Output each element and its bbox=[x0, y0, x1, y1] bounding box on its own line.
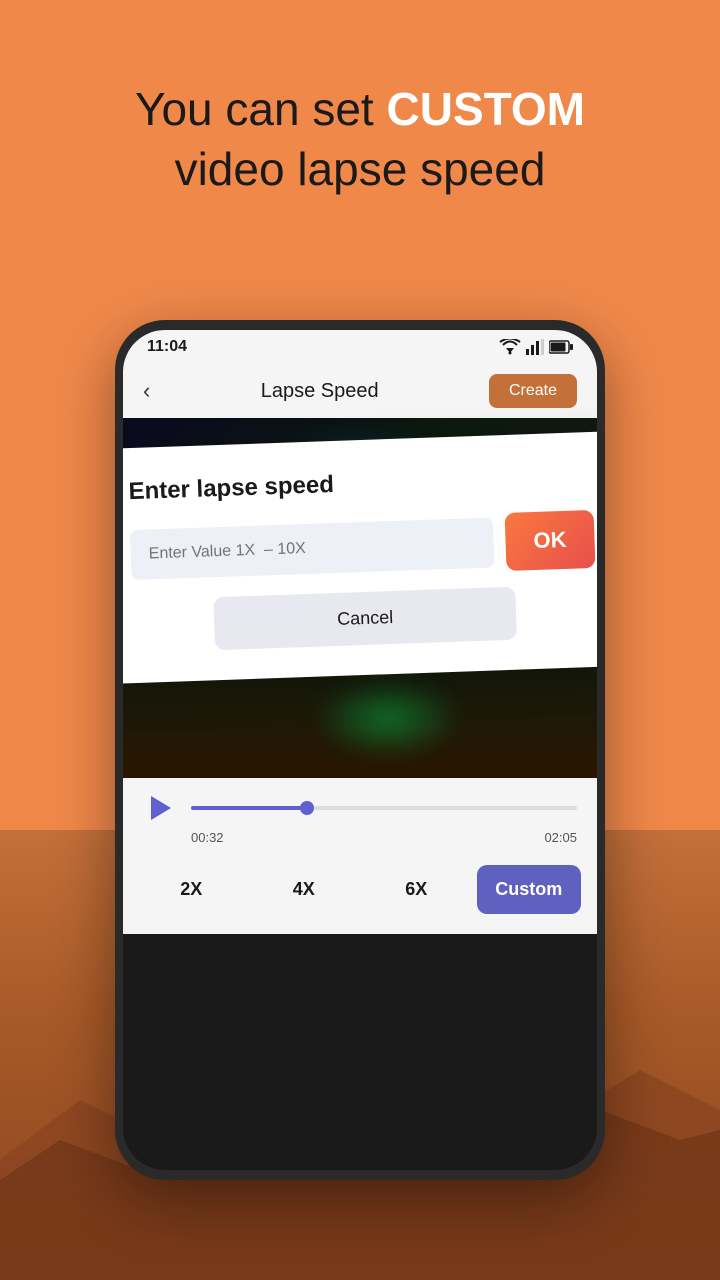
lapse-speed-input[interactable] bbox=[130, 517, 495, 580]
back-button[interactable]: ‹ bbox=[143, 378, 150, 404]
speed-button-custom[interactable]: Custom bbox=[477, 865, 582, 914]
speed-button-4x[interactable]: 4X bbox=[252, 865, 357, 914]
player-controls: 00:32 02:05 bbox=[123, 778, 597, 853]
lapse-speed-dialog: Enter lapse speed OK Cancel bbox=[123, 431, 597, 684]
speed-button-2x[interactable]: 2X bbox=[139, 865, 244, 914]
phone-screen: 11:04 bbox=[123, 330, 597, 1170]
header-line2: video lapse speed bbox=[175, 143, 546, 195]
status-icons bbox=[499, 339, 573, 355]
aurora-effect-2 bbox=[313, 678, 463, 758]
create-button[interactable]: Create bbox=[489, 374, 577, 408]
cancel-button[interactable]: Cancel bbox=[213, 587, 516, 650]
time-row: 00:32 02:05 bbox=[143, 830, 577, 845]
speed-buttons-bar: 2X 4X 6X Custom bbox=[123, 853, 597, 934]
header-section: You can set CUSTOM video lapse speed bbox=[0, 80, 720, 200]
header-line1-prefix: You can set bbox=[135, 83, 387, 135]
status-bar: 11:04 bbox=[123, 330, 597, 364]
dialog-input-row: OK bbox=[130, 510, 596, 584]
signal-icon bbox=[526, 339, 544, 355]
progress-thumb bbox=[300, 801, 314, 815]
ok-button[interactable]: OK bbox=[505, 510, 596, 571]
nav-bar: ‹ Lapse Speed Create bbox=[123, 364, 597, 418]
header-highlight: CUSTOM bbox=[387, 83, 586, 135]
time-total: 02:05 bbox=[544, 830, 577, 845]
player-row bbox=[143, 790, 577, 826]
phone-frame: 11:04 bbox=[115, 320, 605, 1180]
play-button[interactable] bbox=[143, 790, 179, 826]
battery-icon bbox=[549, 340, 573, 354]
play-icon bbox=[151, 796, 171, 820]
time-current: 00:32 bbox=[191, 830, 224, 845]
nav-title: Lapse Speed bbox=[261, 380, 379, 403]
wifi-icon bbox=[499, 339, 521, 355]
progress-bar[interactable] bbox=[191, 806, 577, 810]
speed-button-6x[interactable]: 6X bbox=[364, 865, 469, 914]
progress-fill bbox=[191, 806, 307, 810]
dialog-title: Enter lapse speed bbox=[128, 462, 593, 506]
status-time: 11:04 bbox=[147, 338, 187, 356]
